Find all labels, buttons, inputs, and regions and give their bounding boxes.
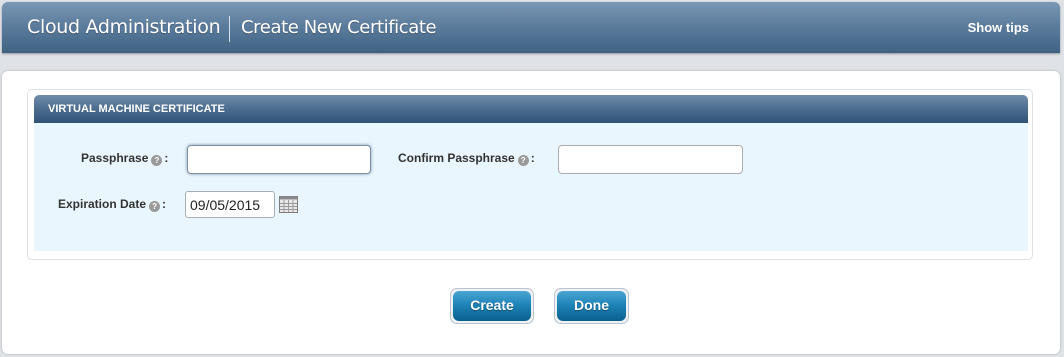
help-icon[interactable]: ? [149, 201, 161, 212]
section-title: VIRTUAL MACHINE CERTIFICATE [48, 103, 225, 115]
calendar-icon[interactable] [279, 196, 298, 213]
expiration-date-label: Expiration Date?: [58, 197, 166, 212]
section-header: VIRTUAL MACHINE CERTIFICATE [34, 95, 1028, 123]
confirm-passphrase-label: Confirm Passphrase?: [398, 151, 535, 166]
main-panel: VIRTUAL MACHINE CERTIFICATE Passphrase?:… [2, 71, 1060, 354]
done-button[interactable]: Done [554, 288, 629, 324]
confirm-passphrase-input[interactable] [558, 145, 743, 174]
confirm-passphrase-label-text: Confirm Passphrase [398, 151, 515, 165]
expiration-date-colon: : [162, 197, 167, 211]
create-button-label: Create [453, 291, 531, 321]
show-tips-link[interactable]: Show tips [968, 20, 1029, 35]
help-icon[interactable]: ? [151, 155, 163, 166]
page-title: Create New Certificate [241, 17, 437, 38]
app-title: Cloud Administration [27, 16, 221, 38]
passphrase-label: Passphrase?: [81, 151, 168, 166]
create-button[interactable]: Create [450, 288, 534, 324]
page-header: Cloud Administration Create New Certific… [2, 2, 1060, 53]
title-separator [229, 16, 230, 42]
section-body: Passphrase?: Confirm Passphrase?: Expira… [34, 123, 1028, 251]
passphrase-colon: : [164, 151, 169, 165]
passphrase-input[interactable] [187, 145, 371, 174]
expiration-date-input[interactable] [185, 191, 275, 218]
help-icon[interactable]: ? [517, 155, 529, 166]
expiration-date-label-text: Expiration Date [58, 197, 147, 211]
passphrase-label-text: Passphrase [81, 151, 149, 165]
certificate-section: VIRTUAL MACHINE CERTIFICATE Passphrase?:… [27, 89, 1033, 260]
confirm-passphrase-colon: : [530, 151, 535, 165]
done-button-label: Done [557, 291, 626, 321]
